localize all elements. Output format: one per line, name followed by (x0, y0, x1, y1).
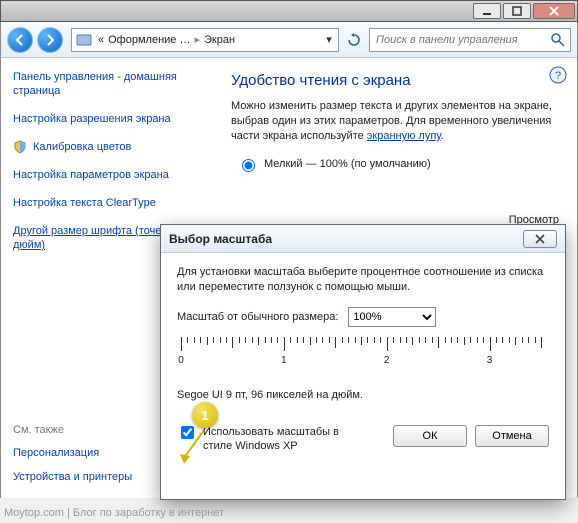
close-button[interactable] (533, 3, 575, 19)
ruler-label: 3 (487, 355, 493, 366)
sidebar-link-calibration[interactable]: Калибровка цветов (13, 140, 207, 154)
search-icon[interactable] (550, 32, 566, 48)
scale-dropdown[interactable]: 100% (348, 307, 436, 327)
ruler[interactable]: 0 1 2 3 (181, 337, 545, 381)
explorer-toolbar: « Оформление … ▸ Экран ▾ (0, 22, 578, 58)
cancel-button[interactable]: Отмена (475, 425, 549, 447)
size-radio-small-label: Мелкий — 100% (по умолчанию) (264, 158, 431, 170)
dialog-instruction: Для установки масштаба выберите процентн… (177, 265, 549, 295)
ruler-label: 1 (281, 355, 287, 366)
callout-marker-1: 1 (192, 402, 218, 428)
xp-style-checkbox-row[interactable]: Использовать масштабы в стиле Windows XP (177, 425, 357, 453)
back-button[interactable] (7, 27, 33, 53)
xp-style-checkbox[interactable] (181, 426, 194, 439)
font-sample: Segoe UI 9 пт, 96 пикселей на дюйм. (177, 389, 549, 401)
size-option-small[interactable]: Мелкий — 100% (по умолчанию) (237, 156, 563, 172)
sidebar-link-calibration-label: Калибровка цветов (33, 140, 131, 154)
ruler-label: 0 (178, 355, 184, 366)
sidebar-link-cleartype[interactable]: Настройка текста ClearType (13, 196, 207, 210)
page-title: Удобство чтения с экрана (231, 72, 563, 89)
address-bar[interactable]: « Оформление … ▸ Экран ▾ (71, 28, 339, 52)
minimize-button[interactable] (473, 3, 501, 19)
custom-dpi-dialog: Выбор масштаба Для установки масштаба вы… (160, 224, 566, 500)
sidebar-link-resolution[interactable]: Настройка разрешения экрана (13, 112, 207, 126)
refresh-button[interactable] (343, 29, 365, 51)
control-panel-home-link[interactable]: Панель управления - домашняя страница (13, 70, 207, 98)
xp-style-checkbox-label: Использовать масштабы в стиле Windows XP (203, 425, 357, 453)
search-box[interactable] (369, 28, 571, 52)
scale-label: Масштаб от обычного размера: (177, 311, 338, 323)
size-radio-small[interactable] (242, 159, 255, 172)
shield-icon (13, 140, 27, 154)
help-icon[interactable]: ? (549, 66, 567, 84)
breadcrumb-prefix: « (96, 34, 106, 46)
dialog-title-text: Выбор масштаба (169, 232, 272, 246)
breadcrumb-1[interactable]: Оформление … (106, 34, 192, 46)
dialog-footer: Использовать масштабы в стиле Windows XP… (161, 421, 565, 465)
svg-text:?: ? (555, 70, 561, 82)
search-input[interactable] (374, 33, 550, 47)
breadcrumb-2[interactable]: Экран (202, 34, 237, 46)
window-titlebar (0, 0, 578, 22)
ok-button[interactable]: ОК (393, 425, 467, 447)
dialog-titlebar: Выбор масштаба (161, 225, 565, 253)
watermark: Moytop.com | Блог по заработку в интерне… (4, 507, 224, 519)
dialog-close-button[interactable] (523, 230, 557, 248)
chevron-right-icon[interactable]: ▸ (194, 33, 200, 46)
maximize-button[interactable] (503, 3, 531, 19)
folder-icon (76, 32, 92, 48)
page-description: Можно изменить размер текста и других эл… (231, 99, 563, 144)
ruler-label: 2 (384, 355, 390, 366)
description-tail: . (441, 130, 444, 142)
address-dropdown-icon[interactable]: ▾ (320, 33, 338, 46)
forward-button[interactable] (37, 27, 63, 53)
sidebar-link-display-params[interactable]: Настройка параметров экрана (13, 168, 207, 182)
magnifier-link[interactable]: экранную лупу (367, 130, 441, 142)
dialog-body: Для установки масштаба выберите процентн… (161, 253, 565, 421)
